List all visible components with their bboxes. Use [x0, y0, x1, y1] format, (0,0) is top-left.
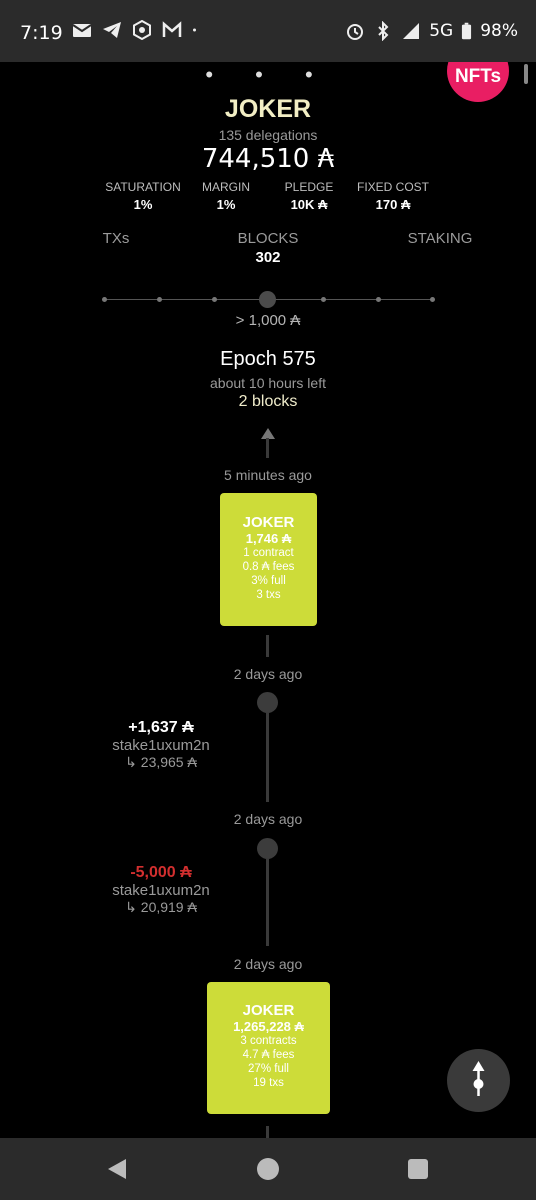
tx-balance: ↳ 20,919 ₳	[125, 899, 197, 915]
block-tx-count: 19 txs	[253, 1077, 284, 1089]
stat-value: 1%	[216, 197, 236, 212]
slider-step[interactable]	[102, 297, 107, 302]
recents-icon[interactable]	[408, 1159, 428, 1179]
stat-value: 10K ₳	[290, 197, 328, 212]
tab-label: TXs	[102, 230, 130, 247]
slider-step[interactable]	[321, 297, 326, 302]
scroll-direction-icon	[472, 1061, 485, 1096]
tx-time: 2 days ago	[233, 811, 303, 827]
tab-bar: TXs BLOCKS 302 STAKING	[0, 230, 536, 270]
delegations-count: 135 delegations	[218, 127, 318, 143]
back-icon[interactable]	[108, 1159, 126, 1179]
signal-icon	[403, 23, 420, 39]
block-card[interactable]: JOKER 1,746 ₳ 1 contract 0.8 ₳ fees 3% f…	[220, 493, 317, 626]
crypto-app-icon	[133, 20, 151, 40]
tx-balance: ↳ 23,965 ₳	[125, 754, 197, 770]
block-pool-name: JOKER	[242, 514, 295, 531]
nav-bar	[0, 1138, 536, 1200]
main-content[interactable]: • • • NFTs JOKER 135 delegations 744,510…	[0, 62, 536, 1138]
total-stake: 744,510 ₳	[201, 144, 335, 174]
stat-margin: MARGIN 1%	[196, 180, 256, 212]
block-fees: 4.7 ₳ fees	[242, 1049, 295, 1061]
system-status: 5G 98%	[345, 21, 518, 41]
tx-time: 2 days ago	[233, 666, 303, 682]
block-fullness: 3% full	[251, 575, 286, 587]
stat-label: FIXED COST	[356, 180, 429, 194]
tx-address[interactable]: stake1uxum2n	[91, 882, 231, 899]
bluetooth-icon	[378, 21, 389, 41]
network-type: 5G	[429, 21, 454, 41]
status-bar: 7:19 5G 98%	[0, 0, 536, 62]
block-time: 2 days ago	[233, 956, 303, 972]
dot-icon	[193, 28, 196, 32]
tab-staking[interactable]: STAKING	[396, 230, 484, 247]
battery-icon	[462, 22, 472, 40]
home-icon[interactable]	[257, 1158, 279, 1180]
battery-percent: 98%	[480, 21, 518, 41]
block-tx-count: 3 txs	[256, 589, 281, 601]
stat-pledge: PLEDGE 10K ₳	[278, 180, 340, 212]
telegram-icon	[103, 22, 121, 38]
stat-label: MARGIN	[202, 180, 250, 194]
block-card[interactable]: JOKER 1,265,228 ₳ 3 contracts 4.7 ₳ fees…	[207, 982, 330, 1114]
notification-icons	[72, 20, 202, 40]
stat-fixed-cost: FIXED COST 170 ₳	[352, 180, 434, 212]
stat-value: 1%	[133, 197, 153, 212]
stat-value: 170 ₳	[375, 197, 411, 212]
tx-amount: +1,637 ₳	[128, 719, 194, 736]
gmail-icon	[162, 21, 182, 37]
scroll-direction-button[interactable]	[447, 1049, 510, 1112]
timeline-line	[266, 1126, 269, 1138]
staking-tx[interactable]: +1,637 ₳ stake1uxum2n ↳ 23,965 ₳	[91, 719, 231, 771]
tab-blocks[interactable]: BLOCKS 302	[224, 230, 312, 266]
timeline-line	[266, 858, 269, 946]
slider-step[interactable]	[430, 297, 435, 302]
tx-address[interactable]: stake1uxum2n	[91, 737, 231, 754]
tab-label: BLOCKS	[237, 230, 299, 247]
tab-label: STAKING	[407, 230, 473, 247]
filter-value: > 1,000 ₳	[235, 312, 301, 329]
stat-saturation: SATURATION 1%	[104, 180, 182, 212]
block-fees: 0.8 ₳ fees	[242, 561, 295, 573]
timeline-line	[266, 438, 269, 458]
slider-handle[interactable]	[259, 291, 276, 308]
epoch-title: Epoch 575	[220, 348, 316, 370]
block-fullness: 27% full	[248, 1063, 289, 1075]
slider-step[interactable]	[376, 297, 381, 302]
block-amount: 1,746 ₳	[245, 531, 292, 546]
tab-txs[interactable]: TXs	[84, 230, 148, 247]
timeline-dot	[257, 838, 278, 859]
block-contracts: 3 contracts	[240, 1035, 297, 1047]
status-time: 7:19	[20, 22, 63, 44]
staking-tx[interactable]: -5,000 ₳ stake1uxum2n ↳ 20,919 ₳	[91, 864, 231, 916]
slider-step[interactable]	[212, 297, 217, 302]
tab-count: 302	[255, 249, 281, 266]
alarm-icon	[347, 24, 364, 40]
timeline-line	[266, 712, 269, 802]
block-pool-name: JOKER	[242, 1002, 295, 1019]
block-amount: 1,265,228 ₳	[233, 1019, 304, 1034]
stat-label: PLEDGE	[284, 180, 334, 194]
tx-amount: -5,000 ₳	[130, 864, 192, 881]
slider-step[interactable]	[157, 297, 162, 302]
timeline-line	[266, 635, 269, 657]
mail-icon	[72, 24, 92, 37]
pool-name: JOKER	[224, 95, 312, 123]
block-contracts: 1 contract	[243, 547, 294, 559]
timeline-dot	[257, 692, 278, 713]
epoch-block-count: 2 blocks	[238, 393, 298, 410]
block-time: 5 minutes ago	[224, 467, 312, 483]
epoch-time-left: about 10 hours left	[210, 375, 326, 391]
stat-label: SATURATION	[105, 180, 181, 194]
